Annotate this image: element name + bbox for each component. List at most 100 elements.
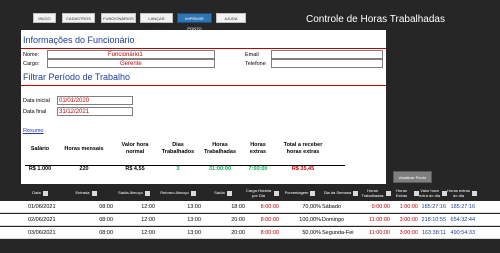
column-header-label: Porcentagem — [284, 190, 309, 196]
cell-valor-hora-extra: 163:38:11 — [421, 230, 446, 236]
cell-dia-semana: Segunda-Fei — [322, 230, 354, 236]
column-header-dia-semana[interactable]: Dia da Semana — [321, 187, 361, 200]
cell-entrada: 08:00 — [99, 230, 113, 236]
cell-horas-extras: 3:00:00 — [399, 217, 418, 223]
cell-saida: 20:00 — [231, 217, 245, 223]
telefone-field[interactable] — [271, 59, 383, 68]
column-header-label: Carga Horária por Dia — [245, 188, 272, 198]
filter-dropdown-icon[interactable] — [226, 191, 232, 196]
cell-valor-hora-extra: 185:27:16 — [421, 204, 446, 210]
column-header-valor-hora-extra[interactable]: Valor hora extra do dia — [419, 187, 447, 200]
data-inicial-value: 01/01/2020 — [59, 98, 90, 104]
nav-button-ajuda[interactable]: AJUDA — [216, 13, 246, 23]
resumo-title: Resumo — [23, 128, 44, 134]
summary-value: 220 — [79, 166, 89, 172]
cell-horas-trabalhadas: 9:00:00 — [371, 204, 390, 210]
nav-button-lancar-horas[interactable]: LANÇAR HORAS — [140, 13, 173, 31]
column-header-horas-trabalhadas[interactable]: Horas Trabalhadas — [361, 187, 391, 200]
nav-button-imprimir-ponto[interactable]: IMPRIMIR PONTO — [177, 13, 212, 31]
table-row[interactable]: 02/06/2021 08:00 12:00 13:00 20:00 8:00:… — [0, 214, 500, 226]
atualizar-ponto-button[interactable]: Atualizar Ponto — [393, 171, 432, 183]
cell-retorno-almoco: 13:00 — [187, 204, 201, 210]
column-header-label: Data — [32, 190, 41, 196]
summary-col-horas-mensais: Horas mensais 220 — [59, 138, 109, 173]
cell-horas-trabalhadas: 11:00:00 — [368, 230, 390, 236]
email-field[interactable] — [271, 50, 383, 59]
summary-header: Horas Trabalhadas — [203, 142, 237, 155]
column-header-retorno-almoco[interactable]: Retorno Almoço — [155, 187, 201, 200]
summary-col-horas-trabalhadas: Horas Trabalhadas 31:00:00 — [201, 138, 239, 172]
cell-horas-trabalhadas: 11:00:00 — [368, 217, 390, 223]
filter-dropdown-icon[interactable] — [310, 191, 316, 196]
filter-dropdown-icon[interactable] — [190, 191, 196, 196]
cell-porcentagem: 100,00% — [299, 217, 321, 223]
cell-data: 03/06/2021 — [28, 230, 56, 236]
column-header-label: Retorno Almoço — [160, 190, 189, 196]
filter-dropdown-icon[interactable] — [144, 191, 150, 196]
cell-dia-semana: Domingo — [322, 217, 345, 223]
top-bar: INICIO CADASTROS FUNCIONÁRIOS LANÇAR HOR… — [0, 0, 500, 31]
cell-horas-extras-dia: 654:32:44 — [450, 217, 475, 223]
app-title: Controle de Horas Trabalhadas — [306, 14, 445, 25]
cell-retorno-almoco: 13:00 — [187, 230, 201, 236]
column-header-label: Dia da Semana — [323, 190, 352, 196]
email-label: Email — [245, 52, 259, 58]
cell-entrada: 08:00 — [99, 204, 113, 210]
nav-button-funcionarios[interactable]: FUNCIONÁRIOS — [101, 13, 136, 23]
column-header-saida-almoco[interactable]: Saída Almoço — [113, 187, 155, 200]
cell-horas-extras-dia: 490:54:33 — [450, 230, 475, 236]
nav-button-cadastros[interactable]: CADASTROS — [62, 13, 95, 23]
column-header-saida[interactable]: Saída — [201, 187, 245, 200]
column-header-entrada[interactable]: Entrada — [59, 187, 113, 200]
filter-dropdown-icon[interactable] — [91, 191, 97, 196]
cell-data: 01/06/2021 — [28, 204, 56, 210]
cargo-value: Gerente — [120, 61, 142, 67]
summary-header: Horas mensais — [64, 145, 104, 152]
summary-value: 7:00:00 — [248, 166, 268, 172]
data-inicial-field[interactable]: 01/01/2020 — [57, 96, 133, 105]
filter-dropdown-icon[interactable] — [42, 191, 48, 196]
cell-saida: 20:00 — [231, 230, 245, 236]
nome-field[interactable]: Funcionário1 — [47, 50, 215, 59]
column-header-label: Horas Extras — [395, 188, 408, 198]
column-header-horas-extras-dia[interactable]: Horas extras do dia — [447, 187, 477, 200]
cell-retorno-almoco: 13:00 — [187, 217, 201, 223]
telefone-label: Telefone — [245, 61, 266, 67]
cell-horas-extras: 1:00:00 — [399, 204, 418, 210]
summary-value: 31:00:00 — [208, 166, 232, 172]
column-header-data[interactable]: Data — [21, 187, 59, 200]
cell-valor-hora-extra: 218:10:55 — [421, 217, 446, 223]
summary-header: Dias Trabalhados — [161, 142, 195, 155]
summary-header: Horas extras — [249, 142, 267, 155]
section-divider — [21, 85, 386, 86]
column-header-carga-horaria[interactable]: Carga Horária por Dia — [245, 187, 279, 200]
column-header-label: Saída Almoço — [118, 190, 143, 196]
cargo-field[interactable]: Gerente — [47, 59, 215, 68]
column-header-horas-extras[interactable]: Horas Extras — [391, 187, 419, 200]
summary-col-dias-trabalhados: Dias Trabalhados 3 — [159, 138, 197, 172]
summary-col-salario: Salário R$ 1.000 — [25, 138, 55, 173]
cargo-label: Cargo: — [23, 61, 40, 67]
column-header-label: Horas Trabalhadas — [361, 188, 384, 198]
cell-dia-semana: Sábado — [322, 204, 341, 210]
table-header: Data Entrada Saída Almoço Retorno Almoço… — [0, 187, 500, 200]
cell-data: 02/06/2021 — [28, 217, 56, 223]
summary-value: R$ 35,45 — [291, 166, 315, 172]
data-final-field[interactable]: 31/12/2021 — [57, 107, 133, 116]
nome-value: Funcionário1 — [108, 52, 143, 58]
nav-button-inicio[interactable]: INICIO — [33, 13, 56, 23]
filter-dropdown-icon[interactable] — [472, 191, 477, 196]
data-final-label: Data final — [23, 109, 47, 115]
column-header-label: Saída — [214, 190, 225, 196]
cell-porcentagem: 70,00% — [302, 204, 321, 210]
column-header-porcentagem[interactable]: Porcentagem — [279, 187, 321, 200]
cell-horas-extras-dia: 185:27:16 — [450, 204, 475, 210]
table-row[interactable]: 03/06/2021 08:00 12:00 13:00 20:00 8:00:… — [0, 227, 500, 239]
column-header-label: Horas extras do dia — [447, 188, 470, 198]
summary-header: Total a receber horas extras — [283, 142, 323, 155]
table-row[interactable]: 01/06/2021 08:00 12:00 13:00 18:00 8:00:… — [0, 201, 500, 213]
cell-saida-almoco: 12:00 — [141, 230, 155, 236]
info-section-title: Informações do Funcionário — [23, 35, 135, 45]
filter-dropdown-icon[interactable] — [353, 191, 359, 196]
summary-value: R$ 4,55 — [125, 166, 145, 172]
